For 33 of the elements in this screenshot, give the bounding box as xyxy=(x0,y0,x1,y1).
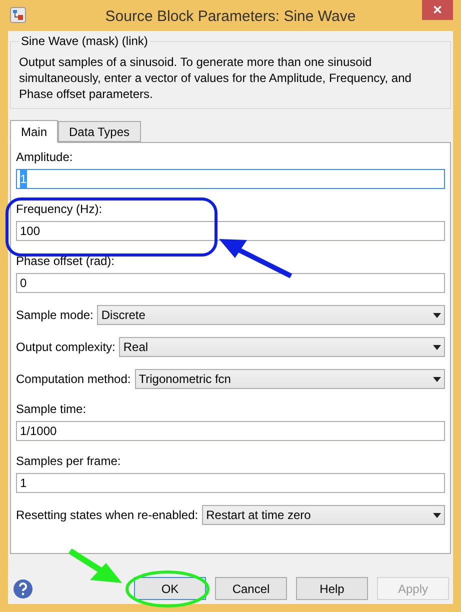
dropdown[interactable]: Real xyxy=(119,337,445,357)
tab[interactable]: Data Types xyxy=(58,121,140,142)
app-icon xyxy=(10,7,26,23)
input-field[interactable]: 100 xyxy=(16,221,445,241)
field-label: Computation method: xyxy=(16,371,131,388)
help-icon[interactable] xyxy=(13,578,33,598)
field-label: Phase offset (rad): xyxy=(16,253,116,269)
description-text: Output samples of a sinusoid. To generate more than one sinusoid simultaneously, enter a vector of values for the Amplitude, Frequency, and Phase offset parameters. xyxy=(19,54,412,102)
field-label: Amplitude: xyxy=(16,149,74,165)
field-label: Frequency (Hz): xyxy=(16,201,104,217)
field-label: Output complexity: xyxy=(16,339,116,356)
dialog-button[interactable]: OK xyxy=(134,577,206,600)
dropdown[interactable]: Restart at time zero xyxy=(202,505,445,525)
caret-icon xyxy=(433,376,441,382)
input-field[interactable]: 1 xyxy=(16,473,445,493)
dialog-button[interactable]: Cancel xyxy=(215,577,287,600)
dropdown[interactable]: Discrete xyxy=(97,305,445,325)
window-title: Source Block Parameters: Sine Wave xyxy=(105,7,356,27)
dropdown[interactable]: Trigonometric fcn xyxy=(134,369,445,389)
caret-icon xyxy=(433,312,441,318)
dialog-button[interactable]: Help xyxy=(296,577,368,600)
pointer-arrow xyxy=(68,549,124,585)
field-label: Sample time: xyxy=(16,401,88,417)
group-title: Sine Wave (mask) (link) xyxy=(19,33,150,49)
caret-icon xyxy=(433,512,441,518)
field-label: Sample mode: xyxy=(16,307,94,324)
field-label: Resetting states when re-enabled: xyxy=(16,507,198,524)
close-button[interactable]: ✕ xyxy=(422,0,453,20)
field-label: Samples per frame: xyxy=(16,453,122,469)
input-field[interactable]: 1/1000 xyxy=(16,421,445,441)
tab[interactable]: Main xyxy=(10,120,58,143)
caret-icon xyxy=(433,344,441,350)
input-field[interactable]: 0 xyxy=(16,273,445,293)
